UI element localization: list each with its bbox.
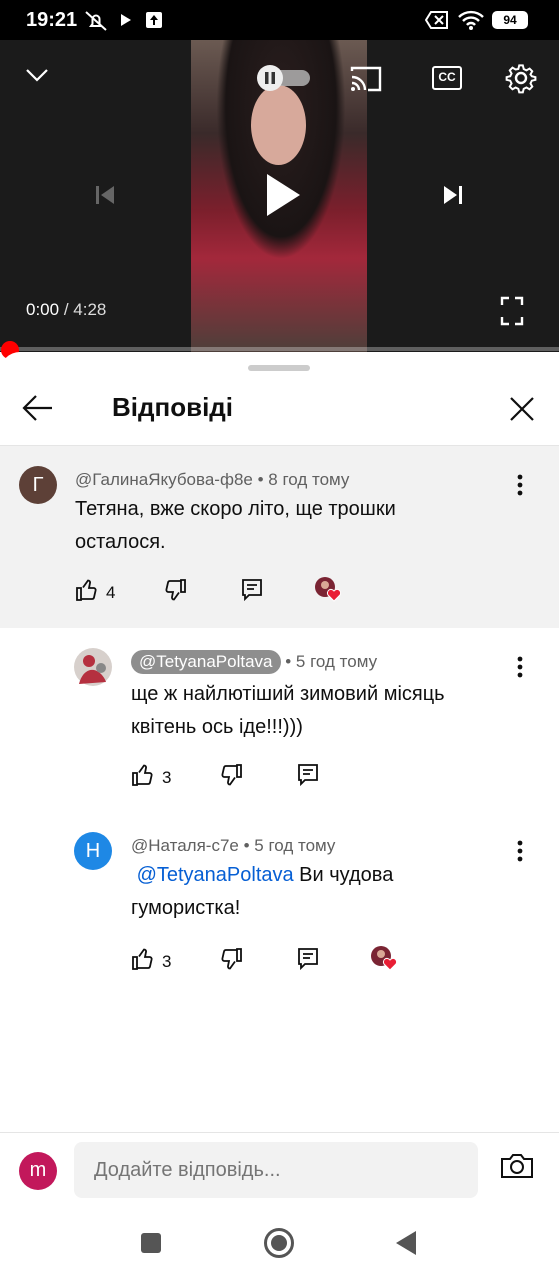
avatar[interactable]: Н <box>74 832 112 870</box>
cc-label: CC <box>438 70 456 84</box>
comment-actions: 4 <box>75 577 375 608</box>
thumbs-down-icon[interactable] <box>163 578 187 602</box>
input-divider <box>0 1132 559 1133</box>
close-icon[interactable] <box>509 396 535 422</box>
mute-icon <box>85 11 107 31</box>
autoplay-toggle-icon[interactable] <box>254 64 312 92</box>
more-options-icon[interactable] <box>517 656 523 678</box>
avatar[interactable]: Г <box>19 466 57 504</box>
wifi-icon <box>458 10 484 30</box>
thumbs-up-icon[interactable] <box>75 578 99 602</box>
home-icon[interactable] <box>263 1227 295 1259</box>
play-store-icon <box>121 14 131 26</box>
like-count: 3 <box>162 952 172 971</box>
settings-gear-icon[interactable] <box>505 62 537 94</box>
avatar[interactable] <box>74 648 112 686</box>
reply-icon[interactable] <box>297 763 319 787</box>
back-arrow-icon[interactable] <box>22 394 54 422</box>
comment-text: @TetyanaPoltava Ви чудова гумористка! <box>131 859 431 925</box>
dnd-icon <box>425 11 448 29</box>
more-options-icon[interactable] <box>517 474 523 496</box>
comment-time: • 5 год тому <box>238 836 336 855</box>
cast-icon[interactable] <box>349 65 383 93</box>
reply-comment: @TetyanaPoltava • 5 год тому ще ж найлют… <box>0 628 559 808</box>
comment-author[interactable]: @ГалинаЯкубова-ф8е <box>75 470 253 489</box>
video-player[interactable]: CC 0:00 / 4:28 <box>0 40 559 352</box>
comment-actions: 3 <box>131 763 431 793</box>
like-count: 4 <box>106 583 116 602</box>
replies-sheet: Відповіді Г @ГалинаЯкубова-ф8е • 8 год т… <box>0 352 559 1280</box>
user-avatar[interactable]: m <box>19 1152 57 1190</box>
reply-comment: Н @Наталя-с7е • 5 год тому @TetyanaPolta… <box>0 812 559 992</box>
reply-icon[interactable] <box>241 578 263 602</box>
next-icon[interactable] <box>442 184 464 206</box>
time-separator: / <box>59 300 74 319</box>
comment-meta: @Наталя-с7е • 5 год тому <box>131 836 335 856</box>
thumbs-down-icon[interactable] <box>219 947 243 971</box>
thumbs-down-icon[interactable] <box>219 763 243 787</box>
progress-bar[interactable] <box>0 347 559 351</box>
reply-icon[interactable] <box>297 947 319 971</box>
camera-icon[interactable] <box>500 1152 534 1180</box>
comment-time: • 5 год тому <box>280 652 378 671</box>
comment-text: ще ж найлютіший зимовий місяць квітень о… <box>131 683 445 738</box>
creator-author-chip[interactable]: @TetyanaPoltava <box>131 650 281 674</box>
back-icon[interactable] <box>394 1230 418 1256</box>
battery-icon: 94 <box>492 11 528 29</box>
comment-text: Тетяна, вже скоро літо, ще трошки остало… <box>75 498 396 553</box>
status-bar: 19:21 94 <box>0 0 559 40</box>
previous-icon[interactable] <box>94 184 116 206</box>
fullscreen-icon[interactable] <box>500 296 524 326</box>
thumbs-up-icon[interactable] <box>131 763 155 787</box>
cc-icon[interactable]: CC <box>432 66 462 90</box>
chevron-down-icon[interactable] <box>24 66 50 84</box>
comment-time: • 8 год тому <box>252 470 350 489</box>
recents-icon[interactable] <box>140 1232 162 1254</box>
play-icon[interactable] <box>264 172 302 218</box>
mention-link[interactable]: @TetyanaPoltava <box>137 864 294 886</box>
comment-author[interactable]: @Наталя-с7е <box>131 836 239 855</box>
thumbs-up-icon[interactable] <box>131 947 155 971</box>
comment-meta: @ГалинаЯкубова-ф8е • 8 год тому <box>75 470 349 490</box>
comment-actions: 3 <box>131 946 431 977</box>
like-count: 3 <box>162 768 172 787</box>
sheet-header: Відповіді <box>0 378 559 444</box>
sheet-title: Відповіді <box>112 392 234 422</box>
current-time: 0:00 <box>26 300 60 319</box>
more-options-icon[interactable] <box>517 840 523 862</box>
video-time: 0:00 / 4:28 <box>26 300 106 320</box>
drag-handle[interactable] <box>248 365 310 371</box>
battery-level: 94 <box>503 13 517 27</box>
creator-heart-icon <box>315 577 342 602</box>
creator-heart-icon <box>371 946 398 971</box>
comment-meta: @TetyanaPoltava • 5 год тому <box>131 650 377 674</box>
duration: 4:28 <box>73 300 107 319</box>
system-nav-bar <box>0 1210 559 1280</box>
parent-comment: Г @ГалинаЯкубова-ф8е • 8 год тому Тетяна… <box>0 446 559 628</box>
reply-input[interactable] <box>74 1142 478 1198</box>
upload-icon <box>146 12 162 28</box>
status-time: 19:21 <box>26 9 78 31</box>
